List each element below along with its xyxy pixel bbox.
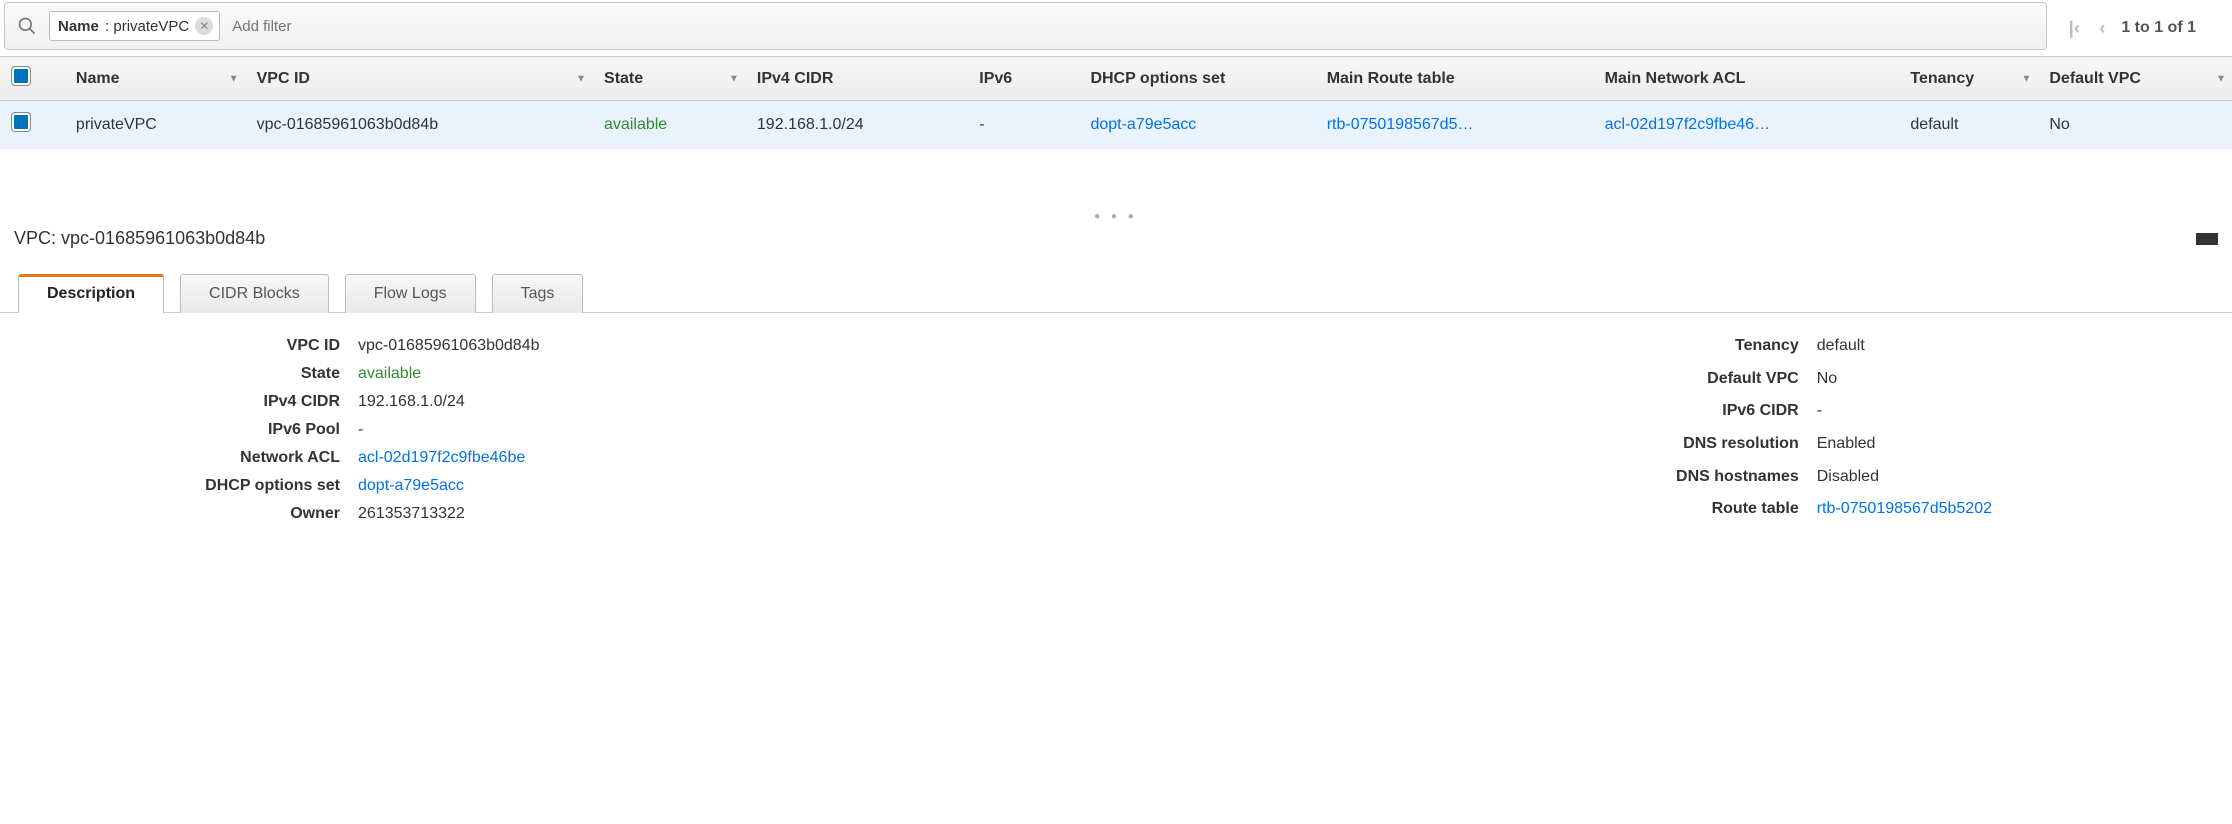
lbl-ipv6pool: IPv6 Pool [140,421,340,439]
cell-name: privateVPC [64,101,245,149]
cell-ipv4: 192.168.1.0/24 [745,101,967,149]
val-acl[interactable]: acl-02d197f2c9fbe46be [358,449,540,467]
filter-chip-sep: : [101,18,114,35]
lbl-rt: Route table [1599,500,1799,518]
col-name[interactable]: Name▼ [64,57,245,101]
col-ipv6[interactable]: IPv6 [967,57,1078,101]
val-ipv6pool: - [358,421,540,439]
val-default: No [1817,370,1992,388]
add-filter-input[interactable] [228,14,2038,39]
search-icon [13,12,41,40]
lbl-dhcp: DHCP options set [140,477,340,495]
cell-main-acl[interactable]: acl-02d197f2c9fbe46… [1593,101,1899,149]
lbl-owner: Owner [140,505,340,523]
lbl-dnsres: DNS resolution [1599,435,1799,453]
val-dnsres: Enabled [1817,435,1992,453]
tab-tags[interactable]: Tags [492,274,584,313]
detail-title-label: VPC: [14,228,56,248]
col-default-vpc[interactable]: Default VPC▼ [2037,57,2232,101]
col-state[interactable]: State▼ [592,57,745,101]
val-ipv6cidr: - [1817,402,1992,420]
detail-title-value: vpc-01685961063b0d84b [61,228,265,248]
col-vpc-id[interactable]: VPC ID▼ [245,57,592,101]
chevron-down-icon: ▼ [729,73,739,84]
chevron-down-icon: ▼ [229,73,239,84]
col-main-rt[interactable]: Main Route table [1315,57,1593,101]
lbl-vpc-id: VPC ID [140,337,340,355]
val-rt[interactable]: rtb-0750198567d5b5202 [1817,500,1992,518]
close-icon[interactable]: ✕ [195,17,213,35]
col-dhcp[interactable]: DHCP options set [1078,57,1314,101]
lbl-ipv4: IPv4 CIDR [140,393,340,411]
minimize-icon[interactable] [2196,233,2218,245]
cell-tenancy: default [1898,101,2037,149]
chevron-down-icon: ▼ [576,73,586,84]
cell-dhcp[interactable]: dopt-a79e5acc [1078,101,1314,149]
prev-page-icon[interactable]: ‹ [2093,18,2111,39]
cell-state: available [592,101,745,149]
lbl-state: State [140,365,340,383]
lbl-acl: Network ACL [140,449,340,467]
filter-chip-value: privateVPC [113,18,189,35]
cell-default-vpc: No [2037,101,2232,149]
checkbox-icon[interactable] [12,113,30,131]
table-row[interactable]: privateVPC vpc-01685961063b0d84b availab… [0,101,2232,149]
val-dnshost: Disabled [1817,468,1992,486]
cell-vpc-id: vpc-01685961063b0d84b [245,101,592,149]
tabs: Description CIDR Blocks Flow Logs Tags [0,273,2232,313]
resize-handle-icon[interactable]: ● ● ● [0,209,2232,222]
description-panel: VPC ID vpc-01685961063b0d84b State avail… [0,313,2232,563]
val-ipv4: 192.168.1.0/24 [358,393,540,411]
chevron-down-icon: ▼ [2216,73,2226,84]
table-header-row: Name▼ VPC ID▼ State▼ IPv4 CIDR IPv6 DHCP… [0,57,2232,101]
lbl-dnshost: DNS hostnames [1599,468,1799,486]
pagination-text: 1 to 1 of 1 [2121,19,2196,37]
pagination: |‹ ‹ 1 to 1 of 1 › [2057,18,2232,39]
vpc-table: Name▼ VPC ID▼ State▼ IPv4 CIDR IPv6 DHCP… [0,56,2232,149]
val-vpc-id: vpc-01685961063b0d84b [358,337,540,355]
val-tenancy: default [1817,337,1992,355]
filter-chip-key: Name [58,18,99,35]
col-tenancy[interactable]: Tenancy▼ [1898,57,2037,101]
col-main-acl[interactable]: Main Network ACL [1593,57,1899,101]
tab-cidr-blocks[interactable]: CIDR Blocks [180,274,329,313]
val-owner: 261353713322 [358,505,540,523]
col-ipv4[interactable]: IPv4 CIDR [745,57,967,101]
detail-title: VPC: vpc-01685961063b0d84b [14,228,265,249]
tab-flow-logs[interactable]: Flow Logs [345,274,476,313]
chevron-down-icon: ▼ [2021,73,2031,84]
cell-ipv6: - [967,101,1078,149]
val-state: available [358,365,540,383]
lbl-ipv6cidr: IPv6 CIDR [1599,402,1799,420]
col-checkbox[interactable] [0,57,64,101]
val-dhcp[interactable]: dopt-a79e5acc [358,477,540,495]
cell-main-rt[interactable]: rtb-0750198567d5… [1315,101,1593,149]
lbl-tenancy: Tenancy [1599,337,1799,355]
filter-chip-name[interactable]: Name : privateVPC ✕ [49,11,220,41]
lbl-default: Default VPC [1599,370,1799,388]
tab-description[interactable]: Description [18,274,164,313]
checkbox-icon[interactable] [12,67,30,85]
first-page-icon[interactable]: |‹ [2065,18,2083,39]
